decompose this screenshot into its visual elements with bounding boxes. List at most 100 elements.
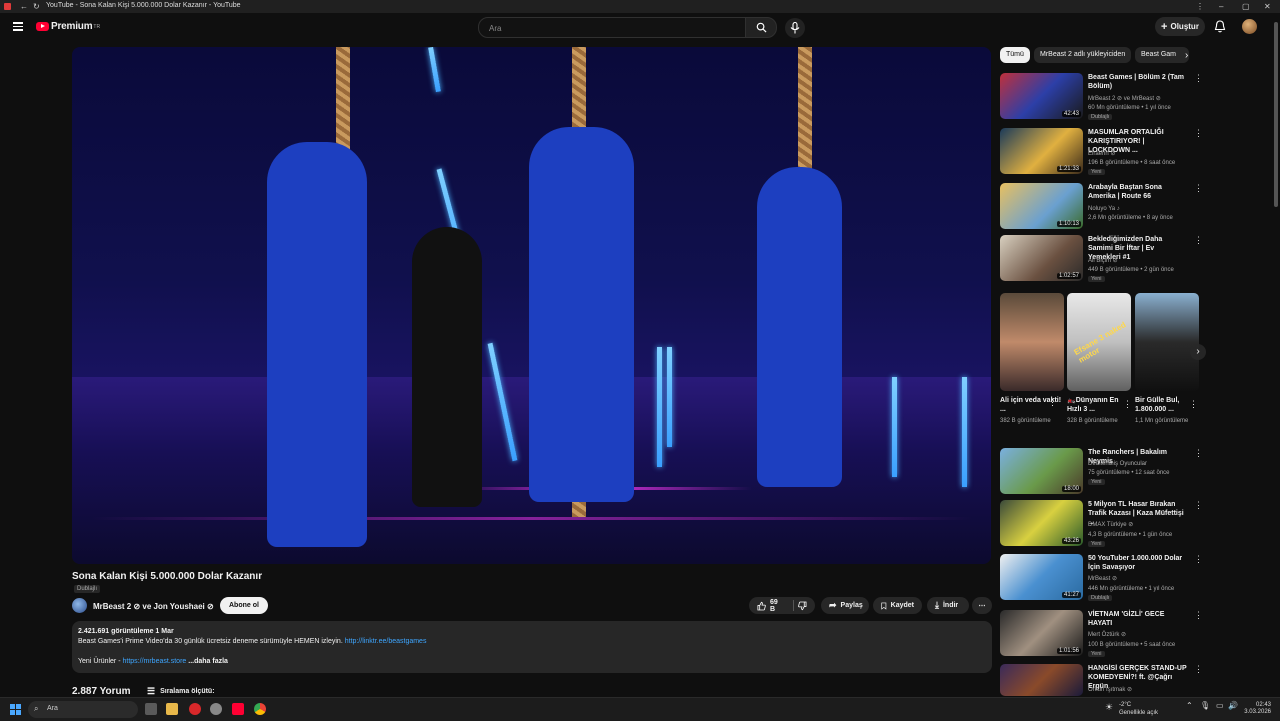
reload-icon[interactable]: ↻ [33, 2, 40, 11]
channel-avatar[interactable] [72, 598, 87, 613]
download-button[interactable]: ⤓ İndir [927, 597, 969, 614]
share-button[interactable]: ➦ Paylaş [821, 597, 869, 614]
notifications-bell-icon[interactable] [1214, 20, 1226, 33]
thumbs-up-icon [757, 601, 766, 610]
more-vertical-icon[interactable]: ⋮ [1194, 554, 1203, 565]
back-icon[interactable]: ← [20, 2, 28, 11]
search-button[interactable] [745, 17, 777, 38]
youtube-app-icon[interactable] [232, 703, 244, 715]
search-icon: ⌕ [34, 704, 39, 713]
more-vertical-icon[interactable]: ⋮ [1194, 500, 1203, 511]
maximize-icon[interactable]: ▢ [1242, 2, 1250, 11]
windows-start-icon[interactable] [10, 704, 21, 715]
chip-from-uploader[interactable]: MrBeast 2 adlı yükleyiciden [1034, 47, 1132, 63]
show-more-link[interactable]: ...daha fazla [188, 658, 228, 665]
short-thumbnail [1135, 293, 1199, 391]
more-vertical-icon[interactable]: ⋮ [1048, 397, 1057, 408]
create-button[interactable]: + Oluştur [1155, 17, 1205, 36]
more-vertical-icon[interactable]: ⋮ [1194, 448, 1203, 459]
more-vertical-icon[interactable]: ⋮ [1194, 183, 1203, 194]
subscribe-button[interactable]: Abone ol [220, 597, 268, 614]
more-vertical-icon[interactable]: ⋮ [1194, 73, 1203, 84]
opera-icon[interactable] [189, 703, 201, 715]
more-vertical-icon[interactable]: ⋮ [1189, 399, 1198, 410]
more-vertical-icon[interactable]: ⋮ [1194, 610, 1203, 621]
chrome-icon[interactable] [254, 703, 266, 715]
taskbar-search[interactable]: ⌕ Ara [28, 701, 138, 718]
microphone-tray-icon[interactable]: 🎙 [1200, 702, 1210, 710]
like-button[interactable]: 69 B [749, 597, 815, 614]
clock[interactable]: 02:43 3.03.2026 [1244, 702, 1271, 716]
thumbs-down-icon[interactable] [798, 601, 807, 611]
more-horizontal-icon: ⋯ [978, 602, 986, 610]
rec-thumbnail: 1:21:33 [1000, 128, 1083, 174]
chips-next-arrow-icon[interactable]: › [1185, 50, 1188, 61]
short-thumbnail [1000, 293, 1064, 391]
menu-icon[interactable] [13, 22, 23, 31]
rec-thumbnail: 18:00 [1000, 448, 1083, 494]
voice-search-button[interactable] [785, 18, 805, 38]
bookmark-icon [881, 602, 887, 610]
browser-menu-icon[interactable]: ⋮ [1196, 2, 1204, 11]
rec-thumbnail: 1:10:13 [1000, 183, 1083, 229]
shorts-next-arrow-icon[interactable]: › [1190, 344, 1206, 360]
account-avatar[interactable] [1242, 19, 1257, 34]
like-count: 69 B [769, 598, 778, 613]
tab-title: YouTube - Sona Kalan Kişi 5.000.000 Dola… [46, 2, 241, 9]
save-button[interactable]: Kaydet [873, 597, 922, 614]
app-icon[interactable] [210, 703, 222, 715]
video-person-center [529, 127, 634, 502]
description-link-1[interactable]: http://linktr.ee/beastgames [345, 638, 427, 645]
youtube-play-icon [36, 22, 49, 31]
microphone-icon [790, 22, 800, 34]
minimize-icon[interactable]: – [1219, 2, 1223, 11]
youtube-logo[interactable]: Premium TR [36, 21, 100, 32]
chip-all[interactable]: Tümü [1000, 47, 1030, 63]
sort-icon: ☰ [147, 686, 156, 696]
short-item[interactable]: Bir Gülle Bul, 1.800.000 ... 1,1 Mn görü… [1135, 293, 1199, 425]
description-line-1: Beast Games'i Prime Video'da 30 günlük ü… [78, 638, 427, 645]
video-person-host [412, 227, 482, 507]
description-box[interactable]: 2.421.691 görüntüleme 1 Mar Beast Games'… [72, 621, 992, 673]
video-person-left [267, 142, 367, 547]
channel-name[interactable]: MrBeast 2 ⊘ ve Jon Youshaei ⊘ [93, 602, 214, 611]
more-vertical-icon[interactable]: ⋮ [1194, 664, 1200, 675]
rec-item[interactable]: HANGİSİ GERÇEK STAND-UP KOMEDYENİ?! ft. … [1000, 664, 1200, 696]
search-box [478, 17, 748, 38]
taskbar: ⌕ Ara ☀ -2°C Genellikle açık ⌃ 🎙 ▭ 🔊 02:… [0, 697, 1280, 721]
dubbed-badge: Dublajlı [74, 585, 101, 593]
browser-titlebar: ← ↻ YouTube - Sona Kalan Kişi 5.000.000 … [0, 0, 1280, 13]
comments-count: 2.887 Yorum [72, 686, 131, 697]
description-line-2: Yeni Ürünler - https://mrbeast.store ...… [78, 658, 228, 665]
description-link-2[interactable]: https://mrbeast.store [123, 658, 187, 665]
weather-icon: ☀ [1105, 702, 1114, 712]
search-input[interactable] [487, 23, 731, 34]
rec-thumbnail: 42:43 [1000, 73, 1083, 119]
tray-overflow-icon[interactable]: ⌃ [1186, 702, 1193, 710]
file-explorer-icon[interactable] [166, 703, 178, 715]
video-player[interactable] [72, 47, 991, 564]
download-icon: ⤓ [935, 600, 939, 610]
tab-favicon-icon [4, 3, 11, 10]
sort-comments-button[interactable]: ☰ Sıralama ölçütü: [147, 686, 215, 697]
chip-beast-games[interactable]: Beast Gam [1135, 47, 1189, 63]
search-icon [756, 22, 767, 33]
close-icon[interactable]: ✕ [1264, 2, 1271, 11]
yt-header: Premium TR + Oluştur [0, 13, 1280, 41]
plus-icon: + [1161, 20, 1168, 33]
more-vertical-icon[interactable]: ⋮ [1123, 399, 1132, 410]
more-actions-button[interactable]: ⋯ [972, 597, 992, 614]
page-scrollbar[interactable] [1274, 22, 1278, 207]
network-icon[interactable]: ▭ [1216, 702, 1224, 710]
rec-thumbnail: 43:26 [1000, 500, 1083, 546]
rec-thumbnail: 1:01:56 [1000, 610, 1083, 656]
rec-thumbnail: 1:02:57 [1000, 235, 1083, 281]
short-thumbnail: Efsane 3 naked motor [1067, 293, 1131, 391]
task-view-icon[interactable] [145, 703, 157, 715]
more-vertical-icon[interactable]: ⋮ [1194, 128, 1203, 139]
volume-icon[interactable]: 🔊 [1228, 702, 1238, 710]
short-item[interactable]: Efsane 3 naked motor 🏍️Dünyanın En Hızlı… [1067, 293, 1132, 425]
rec-thumbnail [1000, 664, 1083, 696]
views-and-date: 2.421.691 görüntüleme 1 Mar [78, 628, 174, 635]
more-vertical-icon[interactable]: ⋮ [1194, 235, 1203, 246]
